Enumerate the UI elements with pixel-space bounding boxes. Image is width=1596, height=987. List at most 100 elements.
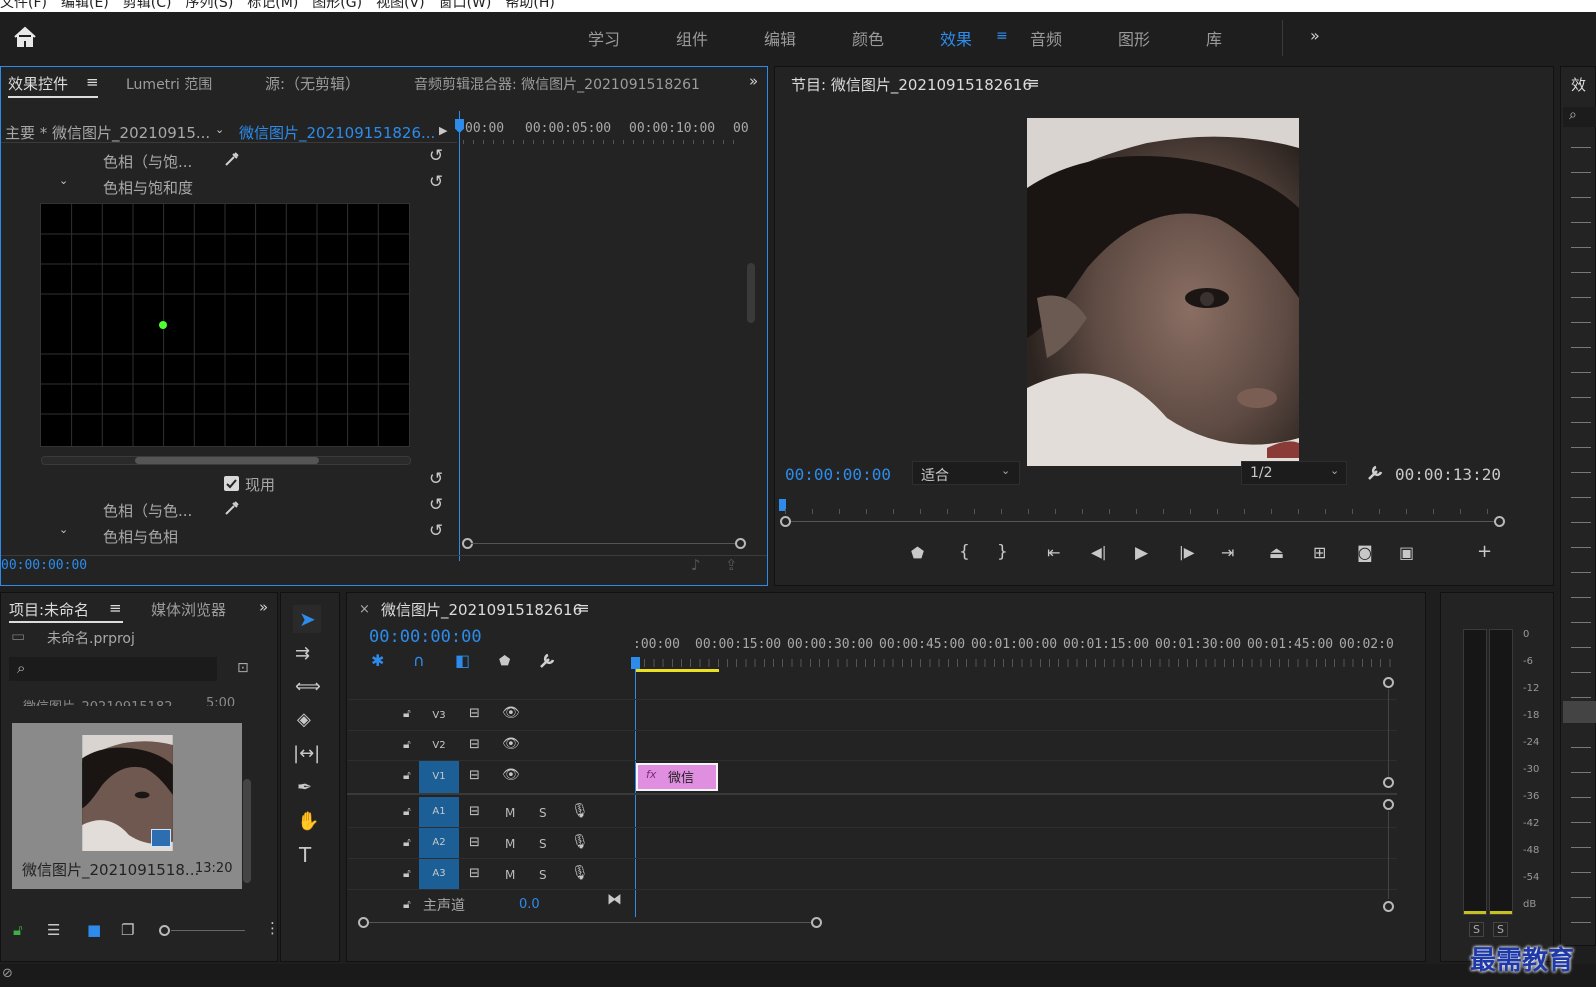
panel-menu-icon[interactable]: ≡	[577, 599, 590, 617]
sync-lock-icon[interactable]: ⊟	[469, 867, 480, 880]
nest-sequence-icon[interactable]: ✱	[371, 653, 384, 669]
solo-button[interactable]: S	[539, 837, 547, 851]
resolution-dropdown[interactable]: 1/2 ⌄	[1241, 461, 1347, 485]
workspace-editing[interactable]: 编辑	[764, 26, 796, 50]
microphone-icon[interactable]: 🎙︎	[571, 835, 589, 849]
master-volume-value[interactable]: 0.0	[519, 897, 540, 912]
icon-view-icon[interactable]: ■	[87, 923, 101, 938]
workspace-assembly[interactable]: 组件	[676, 26, 708, 50]
wrench-icon[interactable]	[1365, 463, 1385, 487]
mark-out-icon[interactable]: }	[997, 544, 1008, 561]
playhead-line[interactable]	[459, 111, 460, 561]
enable-checkbox[interactable]	[224, 476, 239, 491]
hamburger-icon[interactable]: ≡	[996, 28, 1008, 44]
timeline-settings-wrench-icon[interactable]	[537, 651, 557, 675]
add-marker-icon[interactable]: ⬟	[911, 546, 924, 561]
timeline-clip[interactable]: fx 微信	[636, 763, 718, 791]
hand-tool-icon[interactable]: ✋	[297, 813, 319, 831]
collapse-chevron-icon[interactable]: ⌄	[59, 524, 68, 535]
menu-edit[interactable]: 编辑(E)	[61, 0, 109, 11]
search-icon[interactable]: ⌕	[1563, 107, 1596, 127]
lock-track-icon[interactable]: 🔓︎	[403, 738, 411, 750]
menu-marker[interactable]: 标记(M)	[247, 0, 298, 11]
zoom-handle-right[interactable]	[735, 538, 746, 549]
menu-file[interactable]: 文件(F)	[0, 0, 47, 11]
slip-tool-icon[interactable]: |↔|	[293, 745, 320, 763]
add-button-icon[interactable]: +	[1477, 543, 1492, 561]
program-playhead-timecode[interactable]: 00:00:00:00	[785, 465, 891, 484]
workspace-libraries[interactable]: 库	[1206, 26, 1222, 50]
audio-scrub-icon[interactable]: ♪	[691, 558, 701, 573]
vscroll-handle[interactable]	[1383, 777, 1394, 788]
lock-track-icon[interactable]: 🔓︎	[403, 898, 411, 910]
freeform-view-icon[interactable]: ❐	[121, 923, 134, 938]
hue-saturation-curve-grid[interactable]	[40, 203, 410, 447]
zoom-handle-left[interactable]	[780, 516, 791, 527]
sync-lock-icon[interactable]: ⊟	[469, 769, 480, 782]
lock-track-icon[interactable]: 🔓︎	[403, 867, 411, 879]
comparison-view-icon[interactable]: ▣	[1399, 545, 1414, 561]
menu-window[interactable]: 窗口(W)	[439, 0, 492, 11]
more-workspaces-icon[interactable]: »	[1310, 26, 1320, 45]
effects-selected-row[interactable]	[1563, 701, 1596, 723]
sync-lock-icon[interactable]: ⊟	[469, 805, 480, 818]
microphone-icon[interactable]: 🎙︎	[571, 866, 589, 880]
fit-dropdown[interactable]: 适合 ⌄	[912, 461, 1020, 485]
lock-track-icon[interactable]: 🔓︎	[403, 836, 411, 848]
project-scrollbar[interactable]	[243, 779, 251, 883]
panel-menu-icon[interactable]: ≡	[1027, 74, 1040, 92]
step-back-icon[interactable]: ◀|	[1091, 546, 1106, 560]
zoom-handle-right[interactable]	[1494, 516, 1505, 527]
vscroll-handle[interactable]	[1383, 901, 1394, 912]
workspace-learn[interactable]: 学习	[588, 26, 620, 50]
snap-magnet-icon[interactable]: ∩	[413, 653, 425, 669]
project-clip-thumbnail-card[interactable]: 微信图片_2021091518... 13:20	[12, 723, 242, 889]
program-monitor-title[interactable]: 节目: 微信图片_20210915182616	[791, 74, 1032, 95]
effects-panel-title[interactable]: 效	[1571, 74, 1586, 95]
solo-button[interactable]: S	[539, 806, 547, 820]
vscroll-handle[interactable]	[1383, 799, 1394, 810]
add-marker-icon[interactable]: ⬟	[499, 655, 510, 668]
tab-media-browser[interactable]: 媒体浏览器	[151, 599, 231, 620]
menu-sequence[interactable]: 序列(S)	[185, 0, 233, 11]
lock-track-icon[interactable]: 🔓︎	[403, 707, 411, 719]
mute-button[interactable]: M	[505, 837, 515, 851]
track-v3[interactable]: V3	[419, 701, 459, 731]
eyedropper-icon[interactable]	[223, 150, 241, 172]
list-view-icon[interactable]: ☰	[47, 923, 60, 938]
lock-track-icon[interactable]: 🔓︎	[403, 769, 411, 781]
track-a2[interactable]: A2	[419, 828, 459, 858]
lock-track-icon[interactable]: 🔓︎	[403, 805, 411, 817]
reset-icon[interactable]: ↺	[429, 174, 443, 191]
chevron-down-icon[interactable]: ⌄	[215, 124, 224, 135]
go-to-end-icon[interactable]: ⧓	[607, 892, 622, 907]
timeline-timecode[interactable]: 00:00:00:00	[369, 627, 482, 647]
more-options-icon[interactable]: ⋮	[265, 921, 280, 936]
reset-icon[interactable]: ↺	[429, 471, 443, 488]
program-video-frame[interactable]	[1027, 118, 1299, 466]
home-icon[interactable]	[10, 22, 40, 52]
razor-tool-icon[interactable]: ◈	[297, 711, 311, 729]
new-bin-icon[interactable]: ⊡	[237, 661, 249, 675]
microphone-icon[interactable]: 🎙︎	[571, 804, 589, 818]
more-tabs-icon[interactable]: »	[259, 598, 268, 616]
sync-lock-icon[interactable]: ⊟	[469, 836, 480, 849]
go-to-out-icon[interactable]: ⇥	[1221, 545, 1234, 561]
project-item-above-name[interactable]: 微信图片_20210915182...	[23, 696, 203, 706]
solo-left-button[interactable]: S	[1469, 922, 1484, 937]
track-select-tool-icon[interactable]: ⇉	[295, 645, 310, 663]
extract-icon[interactable]: ⊞	[1313, 545, 1326, 561]
eye-icon[interactable]: 👁︎	[502, 768, 520, 782]
step-forward-icon[interactable]: |▶	[1179, 546, 1194, 560]
pen-tool-icon[interactable]: ✒	[297, 779, 312, 797]
camera-icon[interactable]: ◙	[1357, 545, 1373, 561]
workspace-graphics[interactable]: 图形	[1118, 26, 1150, 50]
lock-icon[interactable]: 🔓︎	[13, 923, 23, 938]
reset-icon[interactable]: ↺	[429, 497, 443, 514]
solo-right-button[interactable]: S	[1493, 922, 1508, 937]
collapse-chevron-icon[interactable]: ⌄	[59, 175, 68, 186]
linked-selection-icon[interactable]: ◧	[455, 653, 470, 669]
effect-controls-timecode[interactable]: 00:00:00:00	[1, 558, 87, 573]
workspace-audio[interactable]: 音频	[1030, 26, 1062, 50]
active-clip-label[interactable]: 微信图片_202109151826...	[239, 122, 435, 143]
